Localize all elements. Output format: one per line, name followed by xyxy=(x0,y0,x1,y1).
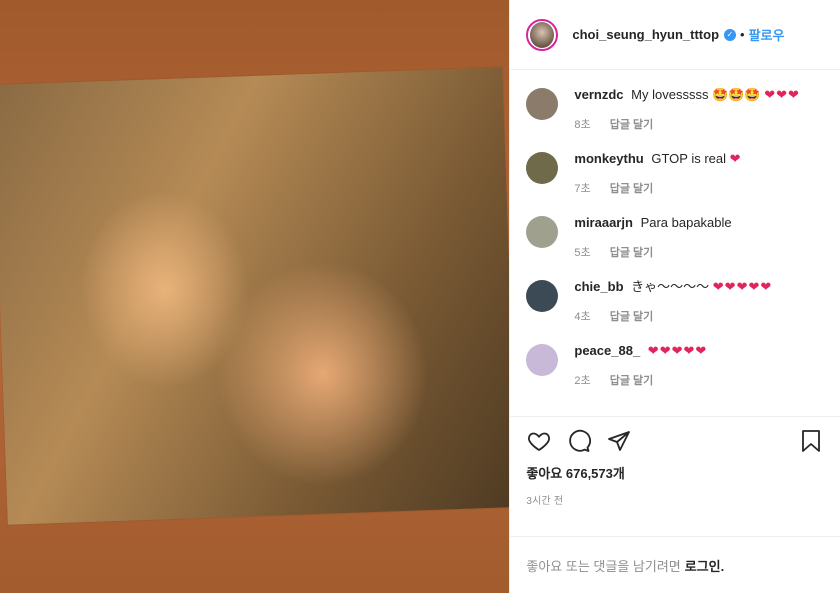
comment-time: 5초 xyxy=(574,247,591,259)
post-header: choi_seung_hyun_tttop ✓ • 팔로우 xyxy=(510,0,840,70)
comments-list: vernzdc My lovesssss 🤩🤩🤩 ❤❤❤ 8초 답글 달기 mo… xyxy=(510,70,840,416)
commenter-username[interactable]: vernzdc xyxy=(574,87,623,102)
comment-item: vernzdc My lovesssss 🤩🤩🤩 ❤❤❤ 8초 답글 달기 xyxy=(526,86,824,132)
post-photo[interactable] xyxy=(0,67,510,525)
heart-emojis: ❤❤❤ xyxy=(764,87,800,102)
post-time-ago: 3시간 전 xyxy=(526,496,564,507)
commenter-avatar[interactable] xyxy=(526,280,559,312)
comment-item: peace_88_ ❤❤❤❤❤ 2초 답글 달기 xyxy=(526,342,824,388)
commenter-username[interactable]: monkeythu xyxy=(574,151,643,166)
author-avatar[interactable] xyxy=(526,18,559,51)
reply-button[interactable]: 답글 달기 xyxy=(610,119,654,131)
comment-item: chie_bb きゃ〜〜〜〜 ❤❤❤❤❤ 4초 답글 달기 xyxy=(526,278,824,324)
heart-emojis: ❤ xyxy=(729,151,742,166)
reply-button[interactable]: 답글 달기 xyxy=(610,311,654,323)
comment-icon[interactable] xyxy=(566,428,592,454)
comment-text: My lovesssss 🤩🤩🤩 xyxy=(631,87,761,102)
author-avatar-image xyxy=(530,21,555,48)
share-icon[interactable] xyxy=(606,428,632,454)
comment-text: GTOP is real xyxy=(651,151,727,166)
post-side-panel: choi_seung_hyun_tttop ✓ • 팔로우 vernzdc My… xyxy=(509,0,840,593)
header-separator: • xyxy=(740,27,745,42)
instagram-post: choi_seung_hyun_tttop ✓ • 팔로우 vernzdc My… xyxy=(0,0,840,593)
login-prompt-text: 좋아요 또는 댓글을 남기려면 xyxy=(526,558,681,574)
author-username[interactable]: choi_seung_hyun_tttop xyxy=(572,27,719,42)
reply-button[interactable]: 답글 달기 xyxy=(610,183,654,195)
heart-icon[interactable] xyxy=(526,428,552,454)
commenter-username[interactable]: peace_88_ xyxy=(574,343,640,358)
comment-text: きゃ〜〜〜〜 xyxy=(631,279,710,294)
commenter-avatar[interactable] xyxy=(526,344,559,376)
login-link[interactable]: 로그인. xyxy=(685,556,725,575)
commenter-avatar[interactable] xyxy=(526,216,559,248)
comment-item: miraaarjn Para bapakable 5초 답글 달기 xyxy=(526,214,824,260)
reply-button[interactable]: 답글 달기 xyxy=(610,247,654,259)
comment-time: 2초 xyxy=(574,375,591,387)
verified-badge-icon: ✓ xyxy=(724,28,737,41)
login-prompt-bar: 좋아요 또는 댓글을 남기려면 로그인. xyxy=(510,536,840,593)
comment-item: monkeythu GTOP is real ❤ 7초 답글 달기 xyxy=(526,150,824,196)
commenter-username[interactable]: chie_bb xyxy=(574,279,623,294)
comment-time: 8초 xyxy=(574,119,591,131)
likes-count[interactable]: 좋아요 676,573개 xyxy=(526,463,824,482)
commenter-avatar[interactable] xyxy=(526,88,559,120)
heart-emojis: ❤❤❤❤❤ xyxy=(712,279,773,294)
post-media xyxy=(0,0,510,593)
post-actions: 좋아요 676,573개 3시간 전 xyxy=(510,416,840,536)
commenter-username[interactable]: miraaarjn xyxy=(574,215,633,230)
comment-text: Para bapakable xyxy=(640,215,732,230)
follow-button[interactable]: 팔로우 xyxy=(749,25,785,44)
bookmark-icon[interactable] xyxy=(798,428,824,454)
comment-time: 7초 xyxy=(574,183,591,195)
commenter-avatar[interactable] xyxy=(526,152,559,184)
comment-time: 4초 xyxy=(574,311,591,323)
heart-emojis: ❤❤❤❤❤ xyxy=(647,343,708,358)
reply-button[interactable]: 답글 달기 xyxy=(610,375,654,387)
